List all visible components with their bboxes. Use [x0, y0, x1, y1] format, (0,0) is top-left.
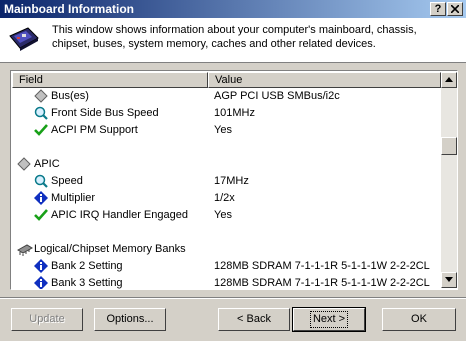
row-value: Yes	[214, 124, 232, 136]
column-header-field[interactable]: Field	[12, 72, 208, 88]
row-field: Bus(es)	[51, 90, 89, 102]
info-header: This window shows information about your…	[0, 18, 466, 63]
list-row[interactable]	[12, 139, 441, 156]
blue-info-icon	[34, 191, 48, 205]
scroll-up-button[interactable]	[441, 72, 457, 88]
list-row[interactable]: Front Side Bus Speed 101MHz	[12, 105, 441, 122]
options-button[interactable]: Options...	[94, 308, 166, 331]
update-button[interactable]: Update	[11, 308, 83, 331]
arrow-up-icon	[445, 77, 453, 82]
row-value: 1/2x	[214, 192, 235, 204]
row-value: AGP PCI USB SMBus/i2c	[214, 90, 340, 102]
list-row[interactable]	[12, 224, 441, 241]
memory-chip-icon	[17, 242, 33, 256]
row-value: 128MB SDRAM 7-1-1-1R 5-1-1-1W 2-2-2CL	[214, 277, 430, 289]
vertical-scrollbar[interactable]	[441, 72, 457, 288]
row-field: APIC IRQ Handler Engaged	[51, 209, 188, 221]
scroll-thumb[interactable]	[441, 137, 457, 155]
close-icon	[450, 4, 460, 14]
back-button[interactable]: < Back	[218, 308, 290, 331]
row-field: Speed	[51, 175, 83, 187]
ok-button[interactable]: OK	[382, 308, 456, 331]
next-button[interactable]: Next >	[292, 307, 366, 332]
list-row[interactable]: Logical/Chipset Memory Banks	[12, 241, 441, 258]
row-field: ACPI PM Support	[51, 124, 138, 136]
row-value: 128MB SDRAM 7-1-1-1R 5-1-1-1W 2-2-2CL	[214, 260, 430, 272]
close-button[interactable]	[447, 2, 463, 16]
list-row[interactable]: Bus(es) AGP PCI USB SMBus/i2c	[12, 88, 441, 105]
header-description: This window shows information about your…	[52, 24, 417, 50]
gray-diamond-icon	[17, 157, 31, 171]
list-row[interactable]: APIC IRQ Handler Engaged Yes	[12, 207, 441, 224]
scroll-down-button[interactable]	[441, 272, 457, 288]
column-header-value[interactable]: Value	[208, 72, 441, 88]
arrow-down-icon	[445, 277, 453, 282]
row-field: Multiplier	[51, 192, 96, 204]
list-row[interactable]: ACPI PM Support Yes	[12, 122, 441, 139]
magnifier-icon	[34, 174, 48, 188]
row-field: Bank 2 Setting	[51, 260, 123, 272]
help-button[interactable]: ?	[430, 2, 446, 16]
row-value: 17MHz	[214, 175, 249, 187]
row-field: APIC	[34, 158, 60, 170]
gray-diamond-icon	[34, 89, 48, 103]
list-row[interactable]: Bank 2 Setting 128MB SDRAM 7-1-1-1R 5-1-1…	[12, 258, 441, 275]
list-row[interactable]: Multiplier 1/2x	[12, 190, 441, 207]
blue-info-icon	[34, 276, 48, 289]
info-list[interactable]: Field Value Bus(es) AGP PCI USB SMBus/i2c…	[10, 70, 458, 290]
list-rows: Bus(es) AGP PCI USB SMBus/i2c Front Side B…	[12, 88, 441, 289]
green-check-icon	[34, 208, 48, 222]
list-row[interactable]: Bank 3 Setting 128MB SDRAM 7-1-1-1R 5-1-1…	[12, 275, 441, 289]
row-field: Bank 3 Setting	[51, 277, 123, 289]
blue-info-icon	[34, 259, 48, 273]
row-value: 101MHz	[214, 107, 255, 119]
list-row[interactable]: APIC	[12, 156, 441, 173]
row-value: Yes	[214, 209, 232, 221]
separator	[0, 297, 466, 299]
list-row[interactable]: Speed 17MHz	[12, 173, 441, 190]
row-field: Logical/Chipset Memory Banks	[34, 243, 186, 255]
green-check-icon	[34, 123, 48, 137]
title-bar: Mainboard Information ?	[0, 0, 466, 18]
window-title: Mainboard Information	[4, 2, 134, 16]
mainboard-icon	[9, 27, 39, 51]
row-field: Front Side Bus Speed	[51, 107, 159, 119]
magnifier-icon	[34, 106, 48, 120]
